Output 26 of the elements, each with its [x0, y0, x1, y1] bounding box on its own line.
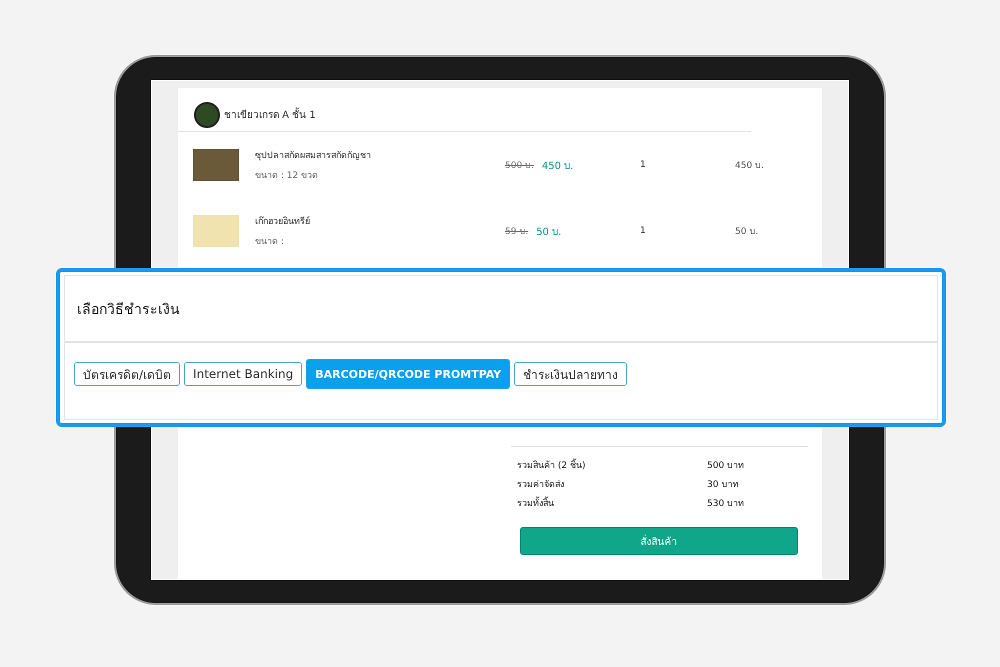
- original-price: 500 บ.: [505, 160, 534, 172]
- payment-title: เลือกวิธีชำระเงิน: [65, 276, 937, 343]
- shop-name: ชาเขียวเกรด A ชั้น 1: [224, 107, 316, 122]
- product-size: ขนาด : 12 ขวด: [255, 170, 320, 182]
- payment-method-button[interactable]: ชำระเงินปลายทาง: [514, 362, 628, 386]
- line-total: 450 บ.: [735, 160, 765, 172]
- product-photo-placeholder: [193, 149, 239, 181]
- summary-label: รวมสินค้า (2 ชิ้น): [517, 458, 586, 472]
- summary-value: 30 บาท: [707, 478, 740, 490]
- product-name: ซุปปลาสกัดผสมสารสกัดกัญชา: [255, 150, 372, 162]
- shop-avatar: [194, 102, 220, 128]
- quantity: 1: [640, 160, 647, 170]
- summary-value: 530 บาท: [707, 498, 746, 510]
- summary-label: รวมทั้งสิ้น: [517, 496, 555, 510]
- quantity: 1: [640, 226, 647, 236]
- product-name: เก๊กฮวยอินทรีย์: [255, 215, 311, 228]
- sale-price: 50 บ.: [536, 226, 562, 238]
- summary-value: 500 บาท: [707, 460, 746, 472]
- payment-method-button[interactable]: บัตรเครดิต/เดบิต: [74, 362, 180, 386]
- sale-price: 450 บ.: [542, 160, 574, 172]
- product-photo-placeholder: [193, 215, 239, 247]
- original-price: 59 บ.: [505, 226, 528, 238]
- payment-method-button[interactable]: Internet Banking: [184, 362, 302, 386]
- summary-label: รวมค่าจัดส่ง: [517, 478, 565, 490]
- line-total: 50 บ.: [735, 226, 760, 238]
- product-size: ขนาด :: [255, 236, 285, 248]
